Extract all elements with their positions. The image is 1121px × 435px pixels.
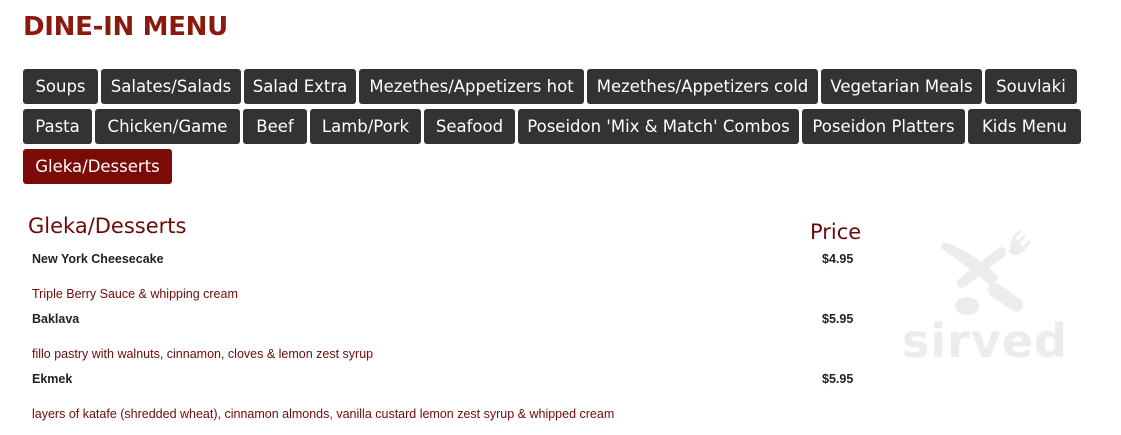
menu-item-price: $5.95 (822, 312, 854, 326)
menu-item-description: fillo pastry with walnuts, cinnamon, clo… (32, 347, 374, 361)
tab-salad-extra[interactable]: Salad Extra (244, 69, 356, 104)
menu-item-price: $4.95 (822, 252, 854, 266)
tab-row-3: Gleka/Desserts (23, 149, 1103, 184)
price-column-header: Price (810, 220, 862, 244)
tab-mix-match-combos[interactable]: Poseidon 'Mix & Match' Combos (518, 109, 799, 144)
tab-kids-menu[interactable]: Kids Menu (968, 109, 1081, 144)
sirved-watermark: sirved (895, 226, 1075, 376)
tab-beef[interactable]: Beef (243, 109, 307, 144)
tab-row-2: Pasta Chicken/Game Beef Lamb/Pork Seafoo… (23, 109, 1103, 144)
tab-pasta[interactable]: Pasta (23, 109, 92, 144)
tab-appetizers-hot[interactable]: Mezethes/Appetizers hot (359, 69, 584, 104)
menu-item-name: Baklava (32, 312, 80, 326)
tab-soups[interactable]: Soups (23, 69, 98, 104)
tab-appetizers-cold[interactable]: Mezethes/Appetizers cold (587, 69, 818, 104)
tab-poseidon-platters[interactable]: Poseidon Platters (802, 109, 965, 144)
menu-item-name: New York Cheesecake (32, 252, 164, 266)
tab-salads[interactable]: Salates/Salads (101, 69, 241, 104)
tab-chicken-game[interactable]: Chicken/Game (95, 109, 240, 144)
menu-item-price: $5.95 (822, 372, 854, 386)
page-title: DINE-IN MENU (23, 12, 228, 42)
category-tabs: Soups Salates/Salads Salad Extra Mezethe… (23, 69, 1103, 189)
tab-souvlaki[interactable]: Souvlaki (985, 69, 1077, 104)
watermark-text: sirved (902, 314, 1068, 368)
tab-seafood[interactable]: Seafood (424, 109, 515, 144)
tab-vegetarian-meals[interactable]: Vegetarian Meals (821, 69, 982, 104)
menu-item-name: Ekmek (32, 372, 73, 386)
section-title: Gleka/Desserts (28, 214, 187, 238)
menu-item-description: layers of katafe (shredded wheat), cinna… (32, 407, 615, 421)
tab-desserts[interactable]: Gleka/Desserts (23, 149, 172, 184)
menu-item-description: Triple Berry Sauce & whipping cream (32, 287, 238, 301)
tab-row-1: Soups Salates/Salads Salad Extra Mezethe… (23, 69, 1103, 104)
fork-knife-icon (941, 230, 1031, 315)
tab-lamb-pork[interactable]: Lamb/Pork (310, 109, 421, 144)
